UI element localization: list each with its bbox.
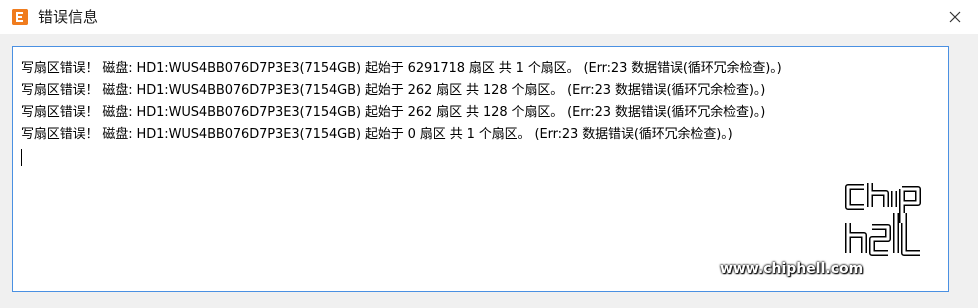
close-icon <box>949 11 961 23</box>
watermark-url: www.chiphell.com <box>720 261 864 277</box>
close-button[interactable] <box>932 0 978 34</box>
error-message-line: 写扇区错误！ 磁盘: HD1:WUS4BB076D7P3E3(7154GB) 起… <box>21 127 733 142</box>
error-message-line: 写扇区错误！ 磁盘: HD1:WUS4BB076D7P3E3(7154GB) 起… <box>21 83 766 98</box>
error-dialog: 错误信息 写扇区错误！ 磁盘: HD1:WUS4BB076D7P3E3(7154… <box>0 0 978 308</box>
watermark: www.chiphell.com <box>720 183 940 291</box>
error-message-line: 写扇区错误！ 磁盘: HD1:WUS4BB076D7P3E3(7154GB) 起… <box>21 105 766 120</box>
window-title: 错误信息 <box>38 8 99 26</box>
title-bar[interactable]: 错误信息 <box>0 0 978 34</box>
app-logo-icon <box>12 9 28 25</box>
text-caret <box>21 149 22 166</box>
error-message-list: 写扇区错误！ 磁盘: HD1:WUS4BB076D7P3E3(7154GB) 起… <box>21 58 940 146</box>
error-message-line: 写扇区错误！ 磁盘: HD1:WUS4BB076D7P3E3(7154GB) 起… <box>21 61 782 76</box>
error-message-textbox[interactable]: 写扇区错误！ 磁盘: HD1:WUS4BB076D7P3E3(7154GB) 起… <box>12 46 949 292</box>
